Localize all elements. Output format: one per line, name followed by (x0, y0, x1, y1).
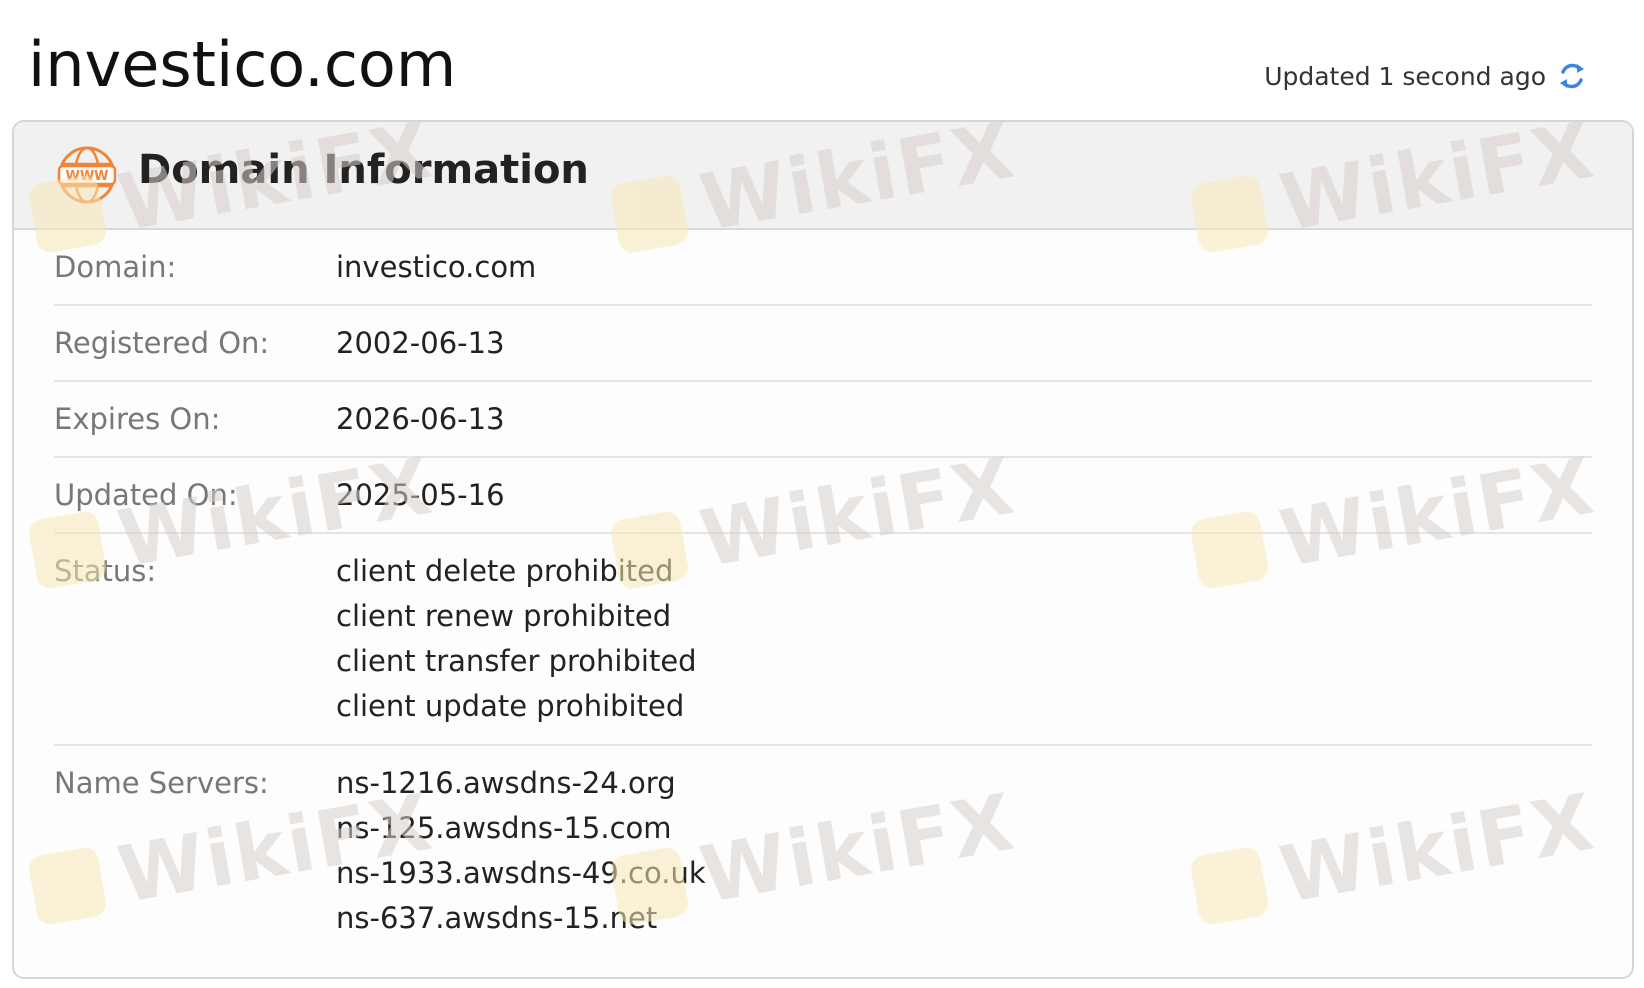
row-value: 2026-06-13 (336, 402, 505, 436)
row-name-servers: Name Servers: ns-1216.awsdns-24.org ns-1… (54, 746, 1592, 956)
row-registered-on: Registered On: 2002-06-13 (54, 306, 1592, 382)
row-domain: Domain: investico.com (54, 230, 1592, 306)
name-server-item: ns-1933.awsdns-49.co.uk (336, 856, 706, 890)
row-value: investico.com (336, 250, 537, 284)
row-label: Domain: (54, 250, 177, 284)
row-label: Name Servers: (54, 766, 269, 800)
row-value: 2025-05-16 (336, 478, 505, 512)
name-server-item: ns-125.awsdns-15.com (336, 811, 672, 845)
row-label: Expires On: (54, 402, 221, 436)
row-updated-on: Updated On: 2025-05-16 (54, 458, 1592, 534)
refresh-icon[interactable] (1556, 60, 1588, 92)
status-item: client delete prohibited (336, 554, 674, 588)
info-table: Domain: investico.com Registered On: 200… (54, 230, 1592, 956)
row-label: Status: (54, 554, 157, 588)
www-globe-icon: WWW (56, 144, 118, 206)
name-server-item: ns-1216.awsdns-24.org (336, 766, 676, 800)
status-list: client delete prohibited client renew pr… (336, 534, 697, 744)
domain-information-card: WWW Domain Information Domain: investico… (12, 120, 1634, 979)
row-expires-on: Expires On: 2026-06-13 (54, 382, 1592, 458)
card-title: Domain Information (138, 147, 589, 193)
name-server-list: ns-1216.awsdns-24.org ns-125.awsdns-15.c… (336, 746, 706, 956)
row-label: Updated On: (54, 478, 238, 512)
page: investico.com Updated 1 second ago WWW D… (0, 0, 1644, 988)
status-item: client update prohibited (336, 689, 685, 723)
updated-status: Updated 1 second ago (1264, 60, 1588, 92)
page-title: investico.com (28, 28, 457, 101)
card-header: WWW Domain Information (14, 122, 1632, 230)
row-value: 2002-06-13 (336, 326, 505, 360)
updated-text: Updated 1 second ago (1264, 61, 1546, 91)
status-item: client transfer prohibited (336, 644, 697, 678)
row-status: Status: client delete prohibited client … (54, 534, 1592, 746)
name-server-item: ns-637.awsdns-15.net (336, 901, 658, 935)
row-label: Registered On: (54, 326, 270, 360)
svg-text:WWW: WWW (65, 169, 108, 184)
status-item: client renew prohibited (336, 599, 672, 633)
